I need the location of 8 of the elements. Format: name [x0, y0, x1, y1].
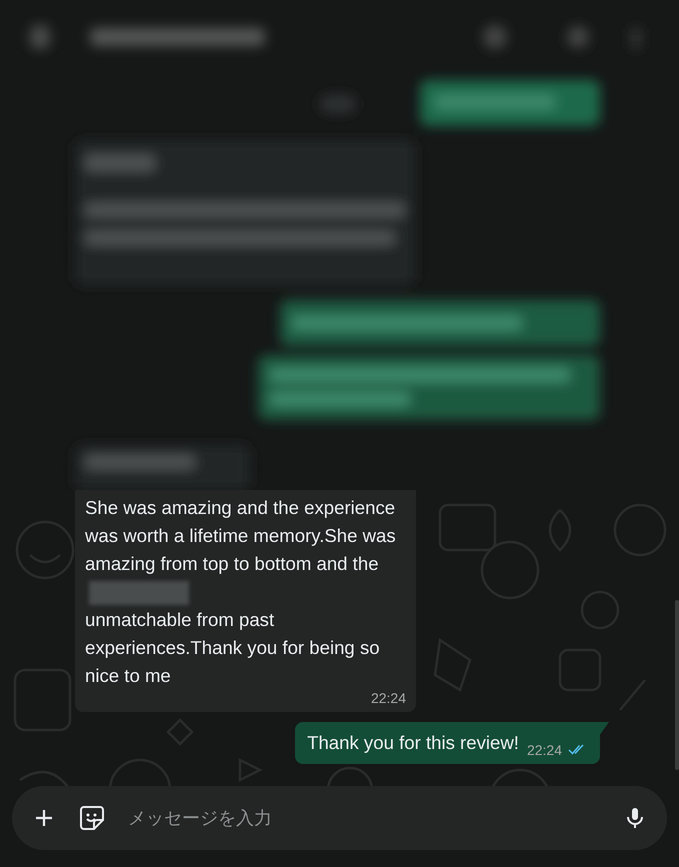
message-time: 22:24 [370, 690, 406, 706]
message-text: Thank you for this review! [307, 731, 519, 755]
message-time: 22:24 [526, 742, 562, 758]
message-text: unmatchable from past experiences.Thank you for being so nice to me [85, 608, 381, 688]
message-input[interactable]: メッセージを入力 [128, 808, 601, 828]
scrollbar[interactable] [675, 600, 679, 770]
message-text: She was amazing and the experience was worth a lifetime memory.She was amazing from top to bottom and the [85, 497, 396, 574]
sticker-icon[interactable] [78, 804, 106, 832]
